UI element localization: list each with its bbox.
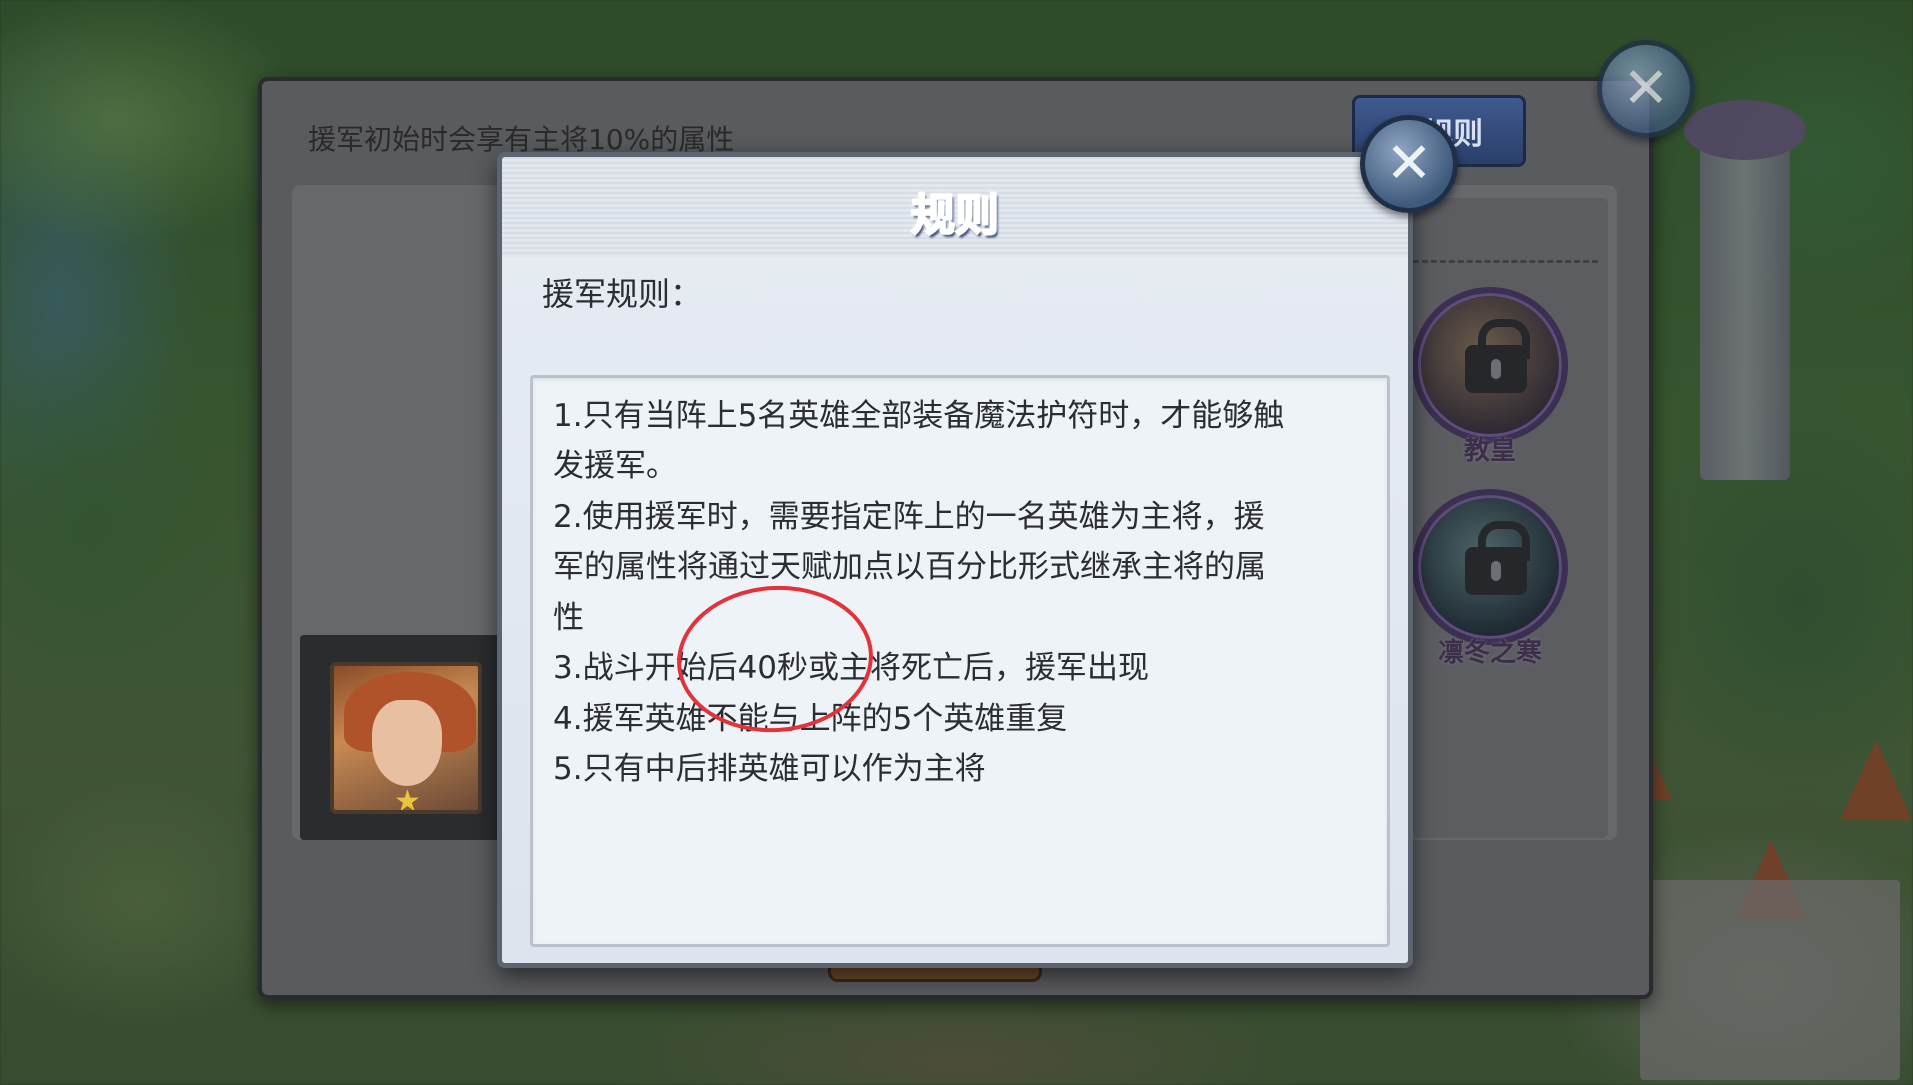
locked-hero-pope[interactable]: [1412, 287, 1568, 443]
hero-face: [372, 700, 442, 786]
rules-subtitle: 援军规则：: [542, 275, 703, 313]
rules-dialog-title: 规则: [910, 189, 1000, 242]
close-icon: ✕: [1385, 131, 1433, 196]
lock-icon: [1465, 319, 1530, 393]
divider: [1413, 260, 1598, 263]
rules-close-button[interactable]: ✕: [1360, 115, 1458, 213]
rule-line: 性: [553, 600, 584, 636]
star-icon: ★: [394, 784, 421, 814]
panel-close-button[interactable]: ✕: [1597, 40, 1695, 138]
selected-hero-portrait[interactable]: ★: [330, 662, 482, 814]
lock-icon: [1465, 521, 1530, 595]
rule-line: 发援军。: [553, 448, 677, 484]
rule-line: 2.使用援军时，需要指定阵上的一名英雄为主将，援: [553, 499, 1265, 535]
hero-name-pope: 教皇: [1463, 436, 1516, 466]
close-icon: ✕: [1622, 56, 1670, 121]
hero-name-winter: 凛冬之寒: [1437, 638, 1542, 668]
locked-hero-winter[interactable]: [1412, 489, 1568, 645]
rule-line: 1.只有当阵上5名英雄全部装备魔法护符时，才能够触: [553, 398, 1285, 434]
rule-line: 5.只有中后排英雄可以作为主将: [553, 751, 986, 787]
rule-line: 军的属性将通过天赋加点以百分比形式继承主将的属: [553, 549, 1266, 585]
